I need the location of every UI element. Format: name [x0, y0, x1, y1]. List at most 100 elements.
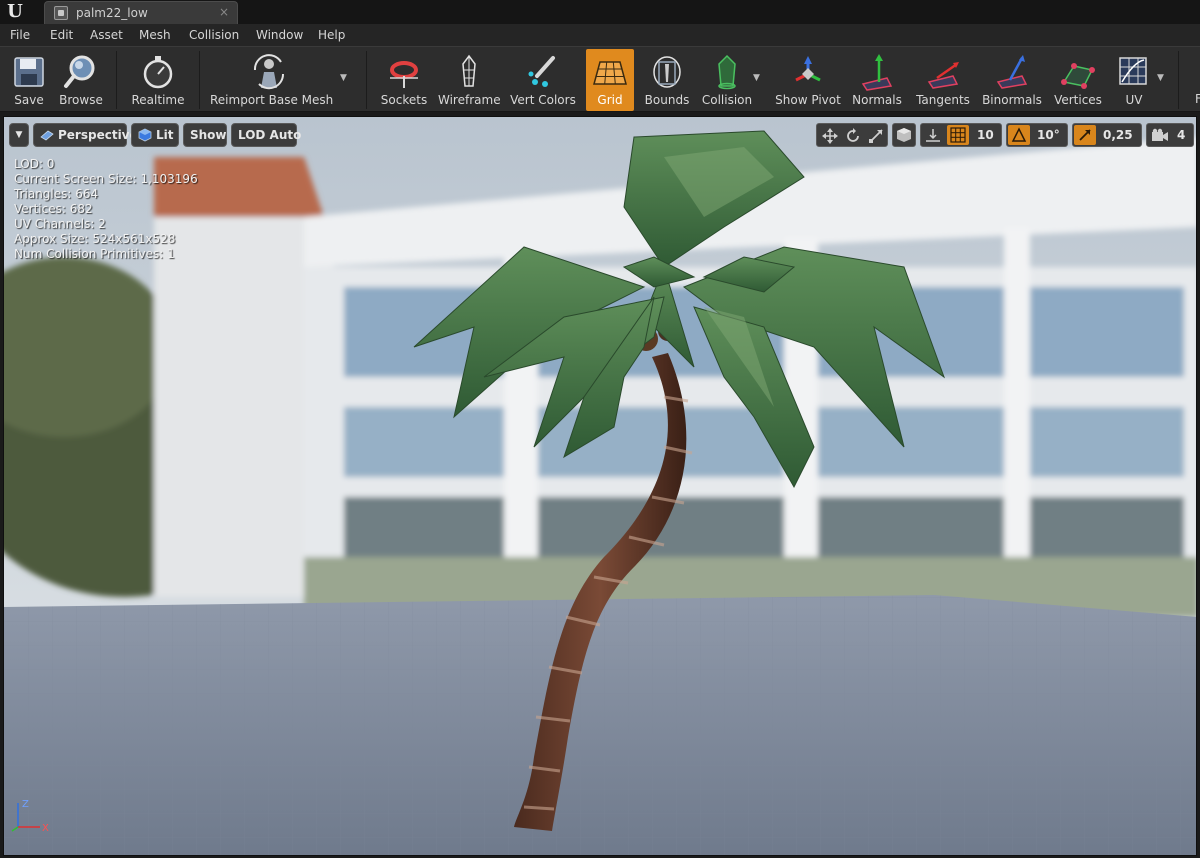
collision-icon	[718, 54, 736, 90]
menu-collision[interactable]: Collision	[189, 28, 239, 42]
pivot-icon	[795, 56, 821, 82]
menu-window[interactable]: Window	[256, 28, 303, 42]
grid-snap-toggle[interactable]	[947, 125, 969, 145]
normals-label: Normals	[852, 93, 902, 107]
uv-button[interactable]: UV	[1112, 49, 1156, 111]
wireframe-button[interactable]: Wireframe	[438, 49, 501, 111]
grid-snap-icon	[950, 127, 966, 143]
camera-icon	[1152, 128, 1168, 141]
camera-speed-group[interactable]: 4	[1146, 123, 1194, 147]
browse-label: Browse	[59, 93, 103, 107]
lod-label: LOD Auto	[238, 128, 302, 142]
viewport-options-dropdown[interactable]: ▼	[9, 123, 29, 147]
rotation-snap-toggle[interactable]	[1008, 125, 1030, 145]
bounds-button[interactable]: Bounds	[642, 49, 692, 111]
document-tab[interactable]: palm22_low ×	[44, 1, 238, 24]
binormals-button[interactable]: Binormals	[980, 49, 1044, 111]
bounds-icon	[653, 56, 681, 88]
grid-icon	[593, 61, 627, 85]
grid-snap-value[interactable]: 10	[977, 124, 994, 146]
collision-button[interactable]: Collision	[700, 49, 754, 111]
title-bar: U palm22_low ×	[0, 0, 1200, 24]
reimport-icon	[253, 54, 285, 90]
reimport-dropdown-icon[interactable]: ▼	[340, 73, 347, 83]
menu-file[interactable]: File	[10, 28, 30, 42]
viewport[interactable]: ▼ Perspective Lit Show LOD Auto 10 10° 0…	[3, 116, 1197, 856]
wireframe-label: Wireframe	[438, 93, 501, 107]
vertices-icon	[1061, 63, 1095, 89]
show-pivot-label: Show Pivot	[775, 93, 841, 107]
show-pivot-button[interactable]: Show Pivot	[772, 49, 844, 111]
show-label: Show	[190, 128, 227, 142]
grid-button[interactable]: Grid	[586, 49, 634, 111]
toolbar-separator	[199, 51, 200, 109]
binormals-label: Binormals	[982, 93, 1042, 107]
tangents-icon	[927, 62, 959, 89]
menu-edit[interactable]: Edit	[50, 28, 73, 42]
reimport-label: Reimport Base Mesh	[210, 93, 334, 107]
normals-icon	[861, 54, 893, 91]
realtime-button[interactable]: Realtime	[128, 49, 188, 111]
stat-vertices: Vertices: 682	[14, 202, 93, 216]
realtime-label: Realtime	[131, 93, 185, 107]
collision-dropdown-icon[interactable]: ▼	[753, 73, 760, 83]
translate-icon[interactable]	[821, 127, 839, 145]
eyedropper-icon	[528, 56, 555, 87]
menu-help[interactable]: Help	[318, 28, 345, 42]
menu-mesh[interactable]: Mesh	[139, 28, 171, 42]
binormals-icon	[996, 55, 1028, 89]
axis-z-label: Z	[22, 799, 29, 810]
lod-button[interactable]: LOD Auto	[231, 123, 301, 147]
transform-mode-group	[816, 123, 888, 147]
lit-button[interactable]: Lit	[131, 123, 179, 147]
uv-label: UV	[1125, 93, 1143, 107]
overflow-label[interactable]: F	[1195, 92, 1200, 106]
stopwatch-icon	[143, 56, 173, 89]
viewport-transform-toolbar: 10 10° 0,25 4	[816, 123, 1194, 147]
camera-speed-value: 4	[1177, 128, 1186, 142]
tangents-label: Tangents	[916, 93, 970, 107]
sockets-button[interactable]: Sockets	[378, 49, 430, 111]
normals-button[interactable]: Normals	[852, 49, 902, 111]
stat-screen-size: Current Screen Size: 1,103196	[14, 172, 198, 186]
stat-uv-channels: UV Channels: 2	[14, 217, 106, 231]
show-button[interactable]: Show	[183, 123, 227, 147]
world-local-toggle[interactable]	[892, 123, 916, 147]
rotation-snap-value[interactable]: 10°	[1037, 124, 1060, 146]
perspective-button[interactable]: Perspective	[33, 123, 138, 147]
save-button[interactable]: Save	[6, 49, 52, 111]
stat-triangles: Triangles: 664	[14, 187, 99, 201]
vert-colors-button[interactable]: Vert Colors	[510, 49, 576, 111]
surface-snap-icon[interactable]	[924, 127, 942, 145]
stat-collision-primitives: Num Collision Primitives: 1	[14, 247, 175, 261]
vertices-button[interactable]: Vertices	[1052, 49, 1104, 111]
menu-asset[interactable]: Asset	[90, 28, 123, 42]
grid-snap-group: 10	[920, 123, 1002, 147]
scale-icon[interactable]	[867, 127, 885, 145]
cube-icon	[897, 128, 911, 142]
tangents-button[interactable]: Tangents	[914, 49, 972, 111]
uv-dropdown-icon[interactable]: ▼	[1157, 73, 1164, 83]
unreal-logo-icon[interactable]: U	[4, 2, 26, 22]
reimport-base-mesh-button[interactable]: Reimport Base Mesh	[210, 49, 334, 111]
static-mesh-icon	[54, 6, 68, 20]
scale-snap-group: 0,25	[1072, 123, 1142, 147]
scale-snap-value[interactable]: 0,25	[1103, 124, 1133, 146]
rotate-icon[interactable]	[844, 127, 862, 145]
axis-gizmo: Z X	[11, 799, 49, 834]
mesh-stats-overlay: LOD: 0 Current Screen Size: 1,103196 Tri…	[14, 157, 198, 262]
browse-button[interactable]: Browse	[56, 49, 106, 111]
perspective-label: Perspective	[58, 128, 138, 142]
bounds-label: Bounds	[644, 93, 690, 107]
wireframe-icon	[462, 54, 476, 87]
toolbar: Save Browse Realtime Reimport Base Mesh …	[0, 46, 1200, 112]
scale-snap-toggle[interactable]	[1074, 125, 1096, 145]
collision-label: Collision	[701, 93, 753, 107]
angle-snap-icon	[1011, 127, 1027, 142]
close-tab-icon[interactable]: ×	[219, 5, 229, 19]
stat-approx-size: Approx Size: 524x561x528	[14, 232, 176, 246]
magnifier-icon	[64, 55, 95, 88]
document-tab-label: palm22_low	[76, 6, 148, 20]
vertices-label: Vertices	[1054, 93, 1102, 107]
uv-icon	[1119, 57, 1147, 85]
